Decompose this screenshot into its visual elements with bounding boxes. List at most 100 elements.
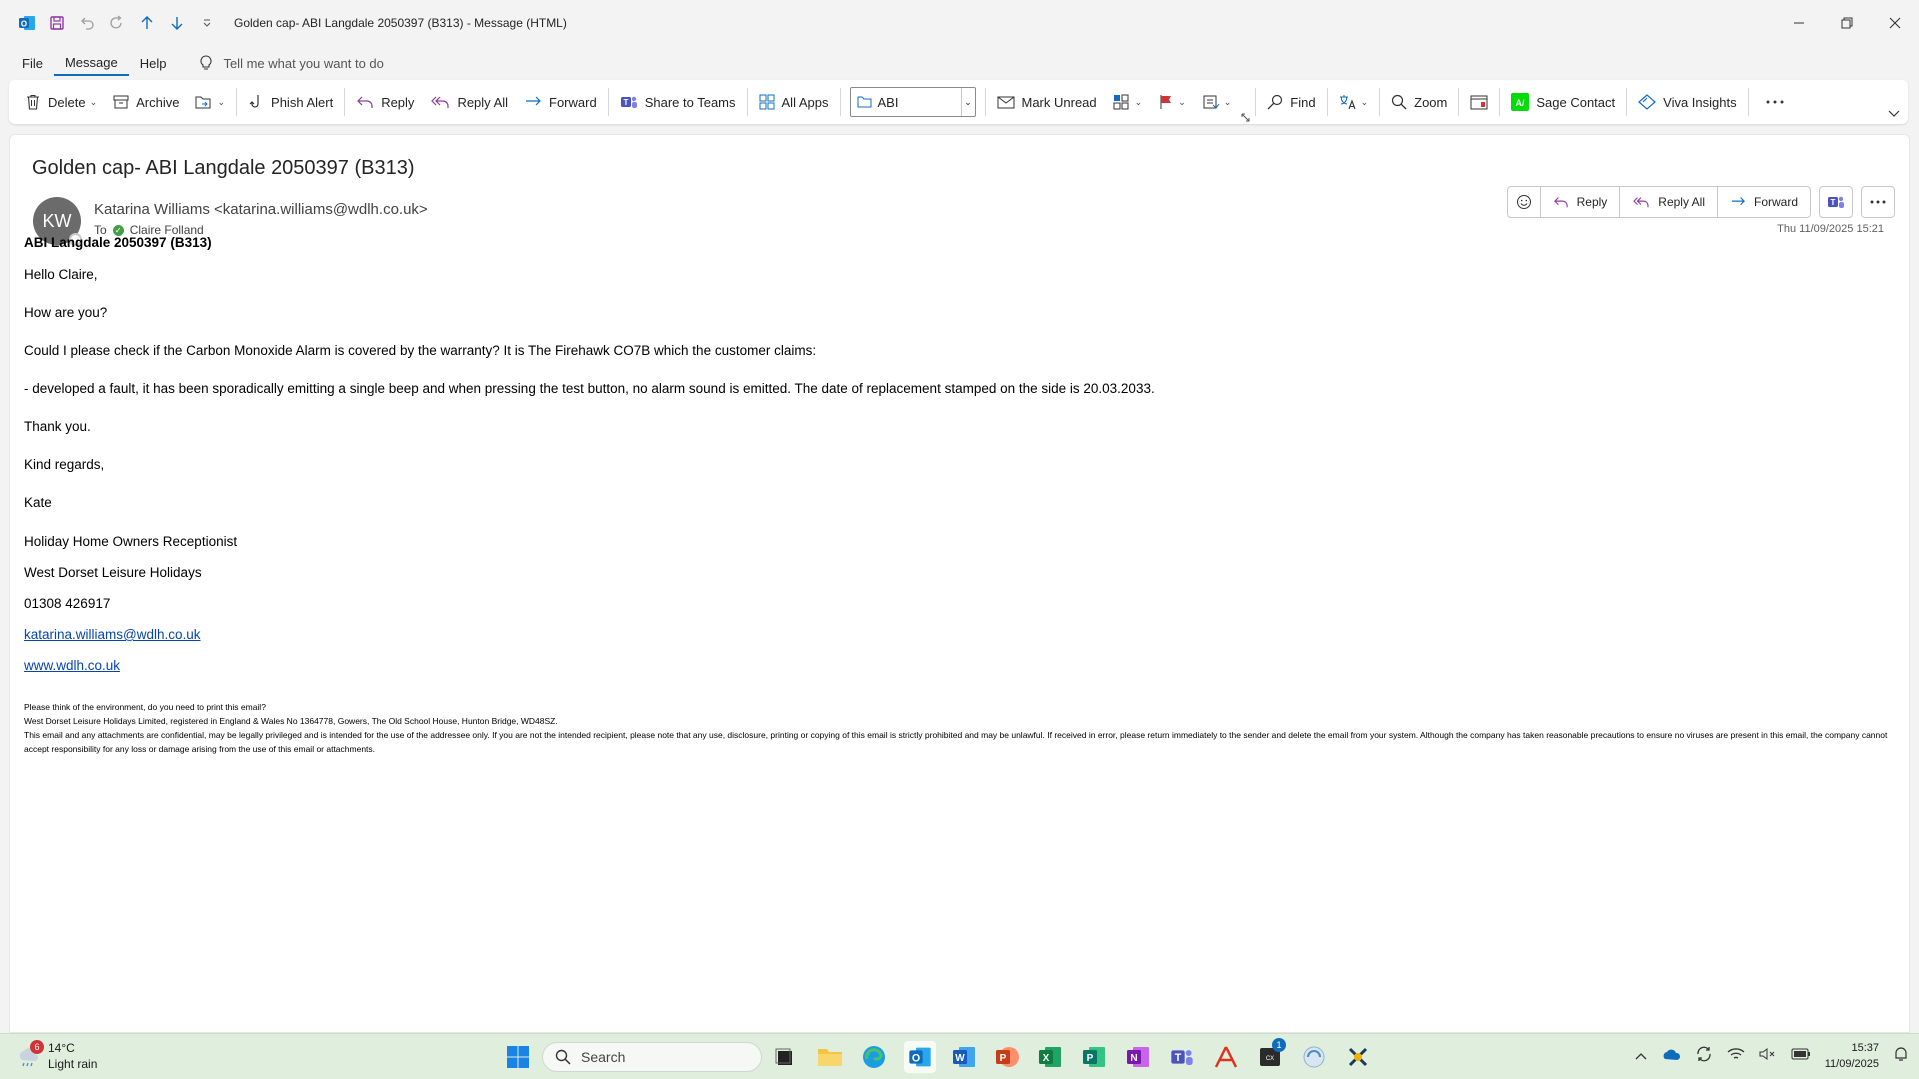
previous-item-icon[interactable] <box>134 10 160 36</box>
clock-date: 11/09/2025 <box>1824 1058 1879 1070</box>
phish-alert-button[interactable]: Phish Alert <box>240 86 341 118</box>
edge-browser-icon[interactable] <box>860 1043 888 1071</box>
viva-insights-button[interactable]: Viva Insights <box>1630 86 1744 118</box>
chevron-down-icon[interactable]: ⌄ <box>90 97 98 108</box>
next-item-icon[interactable] <box>164 10 190 36</box>
acrobat-icon[interactable] <box>1212 1043 1240 1071</box>
tab-file[interactable]: File <box>11 50 54 76</box>
reply-all-icon <box>1633 197 1649 208</box>
tab-help[interactable]: Help <box>129 50 178 76</box>
mark-unread-button[interactable]: Mark Unread <box>989 86 1105 118</box>
powerpoint-icon[interactable]: P <box>993 1043 1021 1071</box>
app-window-icon[interactable]: CX 1 <box>1256 1038 1286 1071</box>
body-line: How are you? <box>24 305 108 320</box>
translate-button[interactable]: ⌄ <box>1331 86 1377 118</box>
delete-button[interactable]: Delete ⌄ <box>17 86 105 118</box>
envelope-icon <box>997 96 1014 109</box>
signature-email-link[interactable]: katarina.williams@wdlh.co.uk <box>24 627 201 642</box>
reply-all-label: Reply All <box>457 94 509 110</box>
message-datetime: Thu 11/09/2025 15:21 <box>1777 223 1884 235</box>
reply-all-icon <box>431 96 450 108</box>
reading-pane: Golden cap- ABI Langdale 2050397 (B313) … <box>9 134 1910 1033</box>
excel-icon[interactable]: X <box>1036 1043 1064 1071</box>
clock[interactable]: 15:37 11/09/2025 <box>1825 1040 1879 1072</box>
lightbulb-icon <box>200 55 212 70</box>
archive-icon <box>113 95 129 109</box>
inline-reply-button[interactable]: Reply <box>1539 187 1620 217</box>
app-badge: 1 <box>1272 1038 1286 1052</box>
task-view-icon[interactable] <box>771 1043 799 1071</box>
chevron-down-icon[interactable]: ⌄ <box>1361 97 1369 108</box>
move-button[interactable]: ⌄ <box>187 86 233 118</box>
zoom-button[interactable]: Zoom <box>1383 86 1455 118</box>
signature-phone: 01308 426917 <box>24 596 111 611</box>
reply-all-button[interactable]: Reply All <box>422 86 516 118</box>
collapse-ribbon-icon[interactable] <box>1880 104 1908 124</box>
undo-icon[interactable] <box>74 10 100 36</box>
chevron-down-icon[interactable]: ⌄ <box>217 97 225 108</box>
svg-text:W: W <box>955 1053 965 1064</box>
onedrive-icon[interactable] <box>1661 1047 1681 1066</box>
tab-message[interactable]: Message <box>53 50 129 76</box>
reply-icon <box>357 96 373 108</box>
rules-icon <box>1203 95 1220 109</box>
restore-button[interactable] <box>1823 0 1871 46</box>
weather-widget[interactable]: 6 14°C Light rain <box>16 1040 97 1072</box>
footer-environment: Please think of the environment, do you … <box>24 702 266 712</box>
teams-share-button[interactable]: T <box>1819 186 1853 218</box>
outlook-taskbar-icon[interactable]: O <box>904 1041 936 1073</box>
tell-me-search[interactable]: Tell me what you want to do <box>199 55 384 71</box>
signature-web-link[interactable]: www.wdlh.co.uk <box>24 658 120 673</box>
chevron-down-icon[interactable]: ⌄ <box>1135 97 1143 108</box>
close-button[interactable] <box>1871 0 1919 46</box>
emoji-reaction-button[interactable] <box>1508 187 1540 217</box>
inline-forward-button[interactable]: Forward <box>1716 187 1810 217</box>
calendar-addin-button[interactable] <box>1462 86 1496 118</box>
teams-taskbar-icon[interactable]: T <box>1168 1043 1196 1071</box>
chevron-down-icon[interactable]: ⌄ <box>1178 97 1186 108</box>
battery-icon[interactable] <box>1791 1047 1811 1065</box>
more-actions-icon[interactable] <box>1861 186 1895 218</box>
browser-app-icon[interactable] <box>1300 1043 1328 1071</box>
minimize-button[interactable] <box>1775 0 1823 46</box>
more-options-icon[interactable] <box>1752 86 1798 118</box>
show-hidden-icons-icon[interactable] <box>1635 1047 1647 1065</box>
archive-button[interactable]: Archive <box>105 86 187 118</box>
windows-logo-icon <box>507 1046 529 1068</box>
all-apps-button[interactable]: All Apps <box>751 86 837 118</box>
file-explorer-icon[interactable] <box>816 1043 844 1071</box>
redo-icon[interactable] <box>104 10 130 36</box>
customize-qat-icon[interactable] <box>194 10 220 36</box>
onenote-icon[interactable]: N <box>1124 1043 1152 1071</box>
dialog-launcher-icon[interactable] <box>1239 110 1252 124</box>
sender[interactable]: Katarina Williams <katarina.williams@wdl… <box>94 201 428 218</box>
notifications-icon[interactable] <box>1893 1046 1909 1067</box>
save-icon[interactable] <box>44 10 70 36</box>
sync-icon[interactable] <box>1695 1045 1713 1068</box>
reply-button[interactable]: Reply <box>348 86 422 118</box>
body-thanks: Thank you. <box>24 419 91 434</box>
chevron-down-icon[interactable]: ⌄ <box>960 88 975 116</box>
categorize-button[interactable]: ⌄ <box>1105 86 1151 118</box>
divider <box>984 88 986 116</box>
publisher-icon[interactable]: P <box>1080 1043 1108 1071</box>
divider <box>1326 88 1328 116</box>
sage-contact-button[interactable]: A/ Sage Contact <box>1503 86 1623 118</box>
wifi-icon[interactable] <box>1727 1047 1745 1066</box>
find-button[interactable]: Find <box>1259 86 1323 118</box>
word-icon[interactable]: W <box>950 1043 978 1071</box>
support-tool-icon[interactable] <box>1344 1043 1372 1071</box>
signature-company: West Dorset Leisure Holidays <box>24 565 202 580</box>
inline-reply-all-button[interactable]: Reply All <box>1619 187 1717 217</box>
categorize-icon <box>1113 94 1129 110</box>
follow-up-button[interactable]: ⌄ <box>1150 86 1194 118</box>
taskbar-search[interactable]: Search <box>542 1042 762 1072</box>
share-to-teams-button[interactable]: T Share to Teams <box>612 86 744 118</box>
volume-muted-icon[interactable] <box>1759 1047 1777 1066</box>
forward-button[interactable]: Forward <box>516 86 605 118</box>
category-combo[interactable]: ABI ⌄ <box>849 87 976 117</box>
svg-text:T: T <box>1831 198 1836 207</box>
chevron-down-icon[interactable]: ⌄ <box>1224 97 1232 108</box>
rules-button[interactable]: ⌄ <box>1194 86 1240 118</box>
start-button[interactable] <box>504 1043 532 1071</box>
